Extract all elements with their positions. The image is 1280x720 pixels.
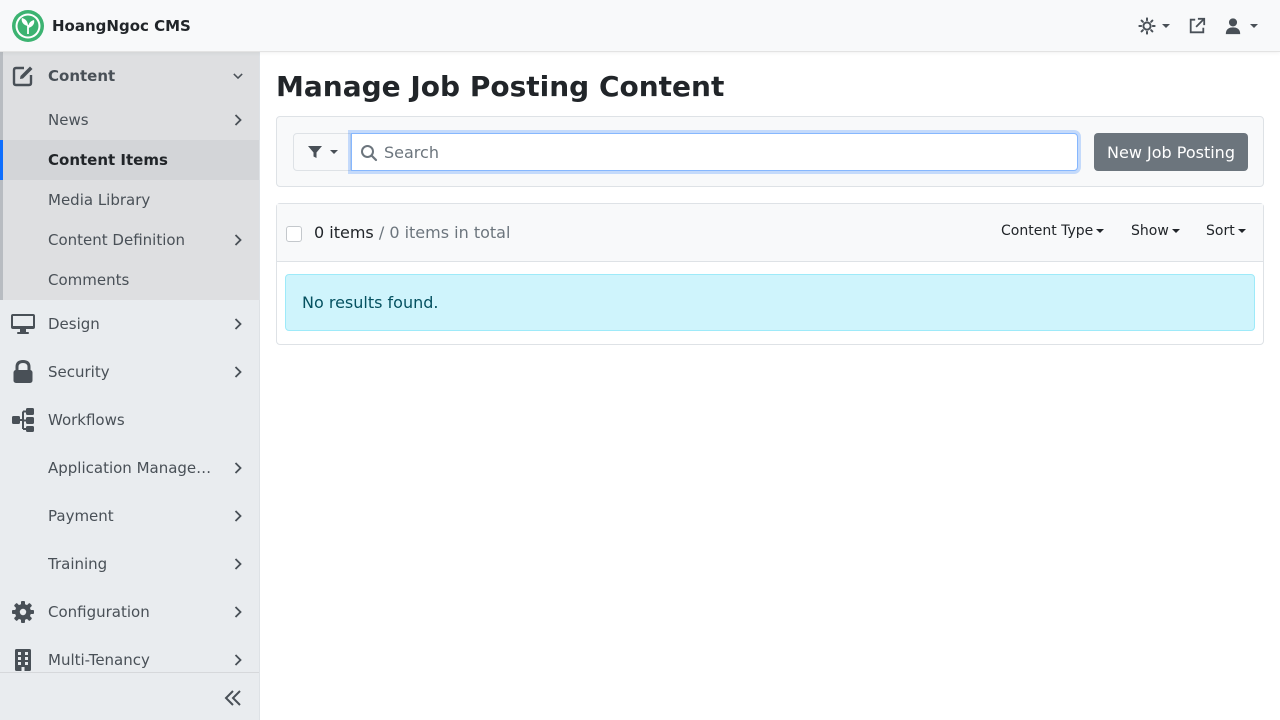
- visit-site-button[interactable]: [1188, 17, 1206, 35]
- caret-down-icon: [1096, 229, 1105, 233]
- show-label: Show: [1131, 223, 1169, 239]
- search-icon: [361, 145, 378, 162]
- chevron-right-icon: [233, 557, 243, 571]
- caret-down-icon: [1171, 229, 1180, 233]
- sidebar-item-label: Application Managem...: [48, 459, 216, 477]
- search-filter-bar: New Job Posting: [276, 116, 1264, 187]
- chevron-right-icon: [233, 461, 243, 475]
- sidebar-item-news[interactable]: News: [0, 100, 259, 140]
- item-count-visible: 0 items: [314, 223, 374, 242]
- search-field: [351, 133, 1078, 171]
- sidebar: Content News Content Items Media Library…: [0, 52, 260, 720]
- select-all-checkbox[interactable]: [286, 226, 302, 242]
- sidebar-item-content-definition[interactable]: Content Definition: [0, 220, 259, 260]
- show-dropdown[interactable]: Show: [1131, 223, 1180, 239]
- user-menu-button[interactable]: [1224, 17, 1258, 35]
- brand-logo-icon: [12, 10, 44, 42]
- sidebar-item-label: Multi-Tenancy: [48, 651, 150, 669]
- sidebar-item-label: Configuration: [48, 603, 150, 621]
- page-title: Manage Job Posting Content: [276, 70, 725, 103]
- item-count: 0 items / 0 items in total: [314, 223, 510, 242]
- new-job-posting-button[interactable]: New Job Posting: [1094, 133, 1248, 171]
- brand-name: HoangNgoc CMS: [52, 17, 191, 35]
- chevron-right-icon: [233, 605, 243, 619]
- sidebar-item-content-items[interactable]: Content Items: [0, 140, 259, 180]
- sidebar-item-comments[interactable]: Comments: [0, 260, 259, 300]
- sidebar-item-label: Comments: [48, 271, 130, 289]
- caret-down-icon: [1250, 24, 1258, 28]
- sidebar-item-label: News: [48, 111, 89, 129]
- chevron-right-icon: [233, 317, 243, 331]
- sidebar-item-media-library[interactable]: Media Library: [0, 180, 259, 220]
- caret-down-icon: [329, 150, 338, 154]
- top-navbar: HoangNgoc CMS: [0, 0, 1280, 52]
- collapse-sidebar-icon[interactable]: [223, 688, 243, 708]
- monitor-icon: [10, 311, 36, 337]
- search-input[interactable]: [384, 134, 1064, 170]
- external-link-icon: [1189, 17, 1206, 34]
- chevron-right-icon: [233, 113, 243, 127]
- sidebar-item-configuration[interactable]: Configuration: [0, 592, 259, 632]
- content-type-label: Content Type: [1001, 223, 1094, 239]
- filter-dropdown-button[interactable]: [293, 133, 351, 171]
- chevron-right-icon: [233, 365, 243, 379]
- lock-icon: [10, 359, 36, 385]
- sidebar-item-label: Training: [48, 555, 108, 573]
- sidebar-footer: [0, 672, 259, 720]
- filter-icon: [307, 146, 322, 158]
- sidebar-item-workflows[interactable]: Workflows: [0, 400, 259, 440]
- no-results-alert: No results found.: [285, 274, 1255, 331]
- sidebar-item-label: Media Library: [48, 191, 151, 209]
- caret-down-icon: [1162, 24, 1170, 28]
- brand-link[interactable]: HoangNgoc CMS: [12, 10, 191, 42]
- chevron-right-icon: [233, 233, 243, 247]
- chevron-right-icon: [233, 509, 243, 523]
- chevron-down-icon: [233, 69, 243, 83]
- edit-icon: [10, 63, 36, 89]
- sidebar-item-training[interactable]: Training: [0, 544, 259, 584]
- sort-dropdown[interactable]: Sort: [1206, 223, 1246, 239]
- content-list: 0 items / 0 items in total Content Type …: [276, 203, 1264, 345]
- user-icon: [1225, 18, 1241, 35]
- caret-down-icon: [1237, 229, 1246, 233]
- sidebar-item-label: Content Definition: [48, 231, 186, 249]
- sidebar-item-design[interactable]: Design: [0, 304, 259, 344]
- chevron-right-icon: [233, 653, 243, 667]
- theme-icon: [1138, 17, 1156, 35]
- cog-icon: [10, 599, 36, 625]
- list-header: 0 items / 0 items in total Content Type …: [277, 204, 1263, 262]
- sidebar-item-label: Security: [48, 363, 110, 381]
- sidebar-item-security[interactable]: Security: [0, 352, 259, 392]
- sidebar-item-label: Payment: [48, 507, 114, 525]
- sort-label: Sort: [1206, 223, 1235, 239]
- content-type-dropdown[interactable]: Content Type: [1001, 223, 1105, 239]
- building-icon: [10, 647, 36, 673]
- sidebar-item-label: Content: [48, 67, 116, 85]
- item-count-total: / 0 items in total: [373, 223, 511, 242]
- workflow-icon: [10, 407, 36, 433]
- sidebar-item-payment[interactable]: Payment: [0, 496, 259, 536]
- sidebar-item-label: Workflows: [48, 411, 125, 429]
- sidebar-item-label: Design: [48, 315, 100, 333]
- theme-toggle-button[interactable]: [1138, 17, 1170, 35]
- sidebar-item-content[interactable]: Content: [0, 56, 259, 96]
- sidebar-item-label: Content Items: [48, 151, 168, 169]
- sidebar-item-application-management[interactable]: Application Managem...: [0, 448, 259, 488]
